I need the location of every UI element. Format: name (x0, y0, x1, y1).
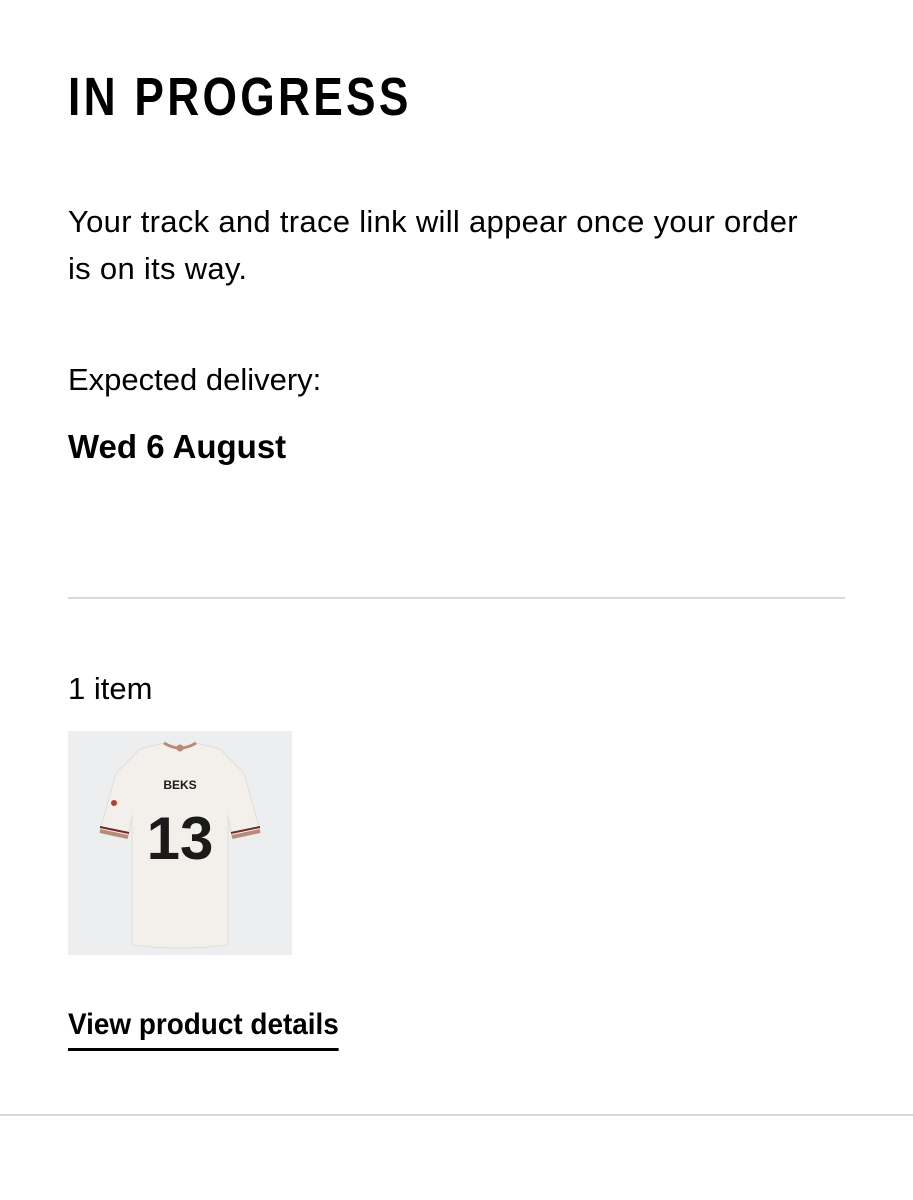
view-product-details-link[interactable]: View product details (68, 1004, 339, 1051)
item-count: 1 item (68, 671, 153, 706)
section-divider-bottom (0, 1114, 913, 1116)
product-image[interactable]: BEKS 13 (68, 731, 292, 955)
football-shirt-image: BEKS 13 (99, 741, 261, 949)
tracking-info-message: Your track and trace link will appear on… (68, 204, 798, 286)
order-status-title: IN PROGRESS (68, 67, 412, 127)
shirt-name-text: BEKS (163, 778, 196, 792)
expected-delivery-date: Wed 6 August (68, 428, 287, 465)
expected-delivery-label: Expected delivery: (68, 362, 322, 397)
shirt-number-text: 13 (147, 805, 214, 872)
section-divider (68, 597, 845, 599)
